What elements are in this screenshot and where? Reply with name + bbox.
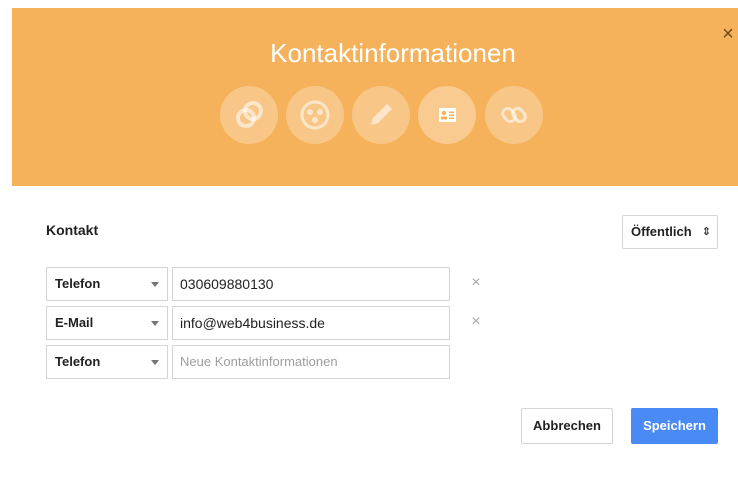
dialog-title: Kontaktinformationen (270, 38, 516, 68)
remove-icon[interactable]: × (468, 312, 484, 332)
visibility-value: Öffentlich (631, 224, 692, 239)
contact-type-value: Telefon (55, 276, 101, 291)
contact-card-icon (439, 108, 456, 122)
contact-value-input[interactable]: info@web4business.de (172, 306, 450, 340)
link-circles-icon (236, 101, 263, 128)
contact-type-select[interactable]: Telefon (46, 267, 168, 301)
remove-icon[interactable]: × (468, 273, 484, 293)
step-link-circles[interactable] (220, 86, 278, 144)
visibility-select[interactable]: Öffentlich ⇕ (622, 215, 718, 249)
close-icon[interactable]: × (718, 22, 738, 46)
dialog-header: Kontaktinformationen (12, 8, 738, 186)
cancel-button[interactable]: Abbrechen (521, 408, 613, 444)
contact-row: E-Mail info@web4business.de × (46, 306, 506, 340)
contact-type-select[interactable]: Telefon (46, 345, 168, 379)
contact-type-value: E-Mail (55, 315, 94, 330)
pencil-icon (371, 104, 392, 125)
section-label: Kontakt (46, 222, 99, 238)
new-contact-input[interactable]: Neue Kontaktinformationen (172, 345, 450, 379)
circles-icon (300, 100, 330, 130)
save-button[interactable]: Speichern (631, 408, 718, 444)
step-circles[interactable] (286, 86, 344, 144)
contact-type-select[interactable]: E-Mail (46, 306, 168, 340)
chevron-down-icon (151, 321, 159, 326)
sort-arrows-icon: ⇕ (701, 226, 711, 238)
chevron-down-icon (151, 282, 159, 287)
contact-value-input[interactable]: 030609880130 (172, 267, 450, 301)
contact-type-value: Telefon (55, 354, 101, 369)
step-edit[interactable] (352, 86, 410, 144)
step-link[interactable] (485, 86, 543, 144)
chain-link-icon (501, 106, 527, 124)
step-contact[interactable] (418, 86, 476, 144)
contact-row: Telefon Neue Kontaktinformationen (46, 345, 506, 379)
contact-row: Telefon 030609880130 × (46, 267, 506, 301)
chevron-down-icon (151, 360, 159, 365)
